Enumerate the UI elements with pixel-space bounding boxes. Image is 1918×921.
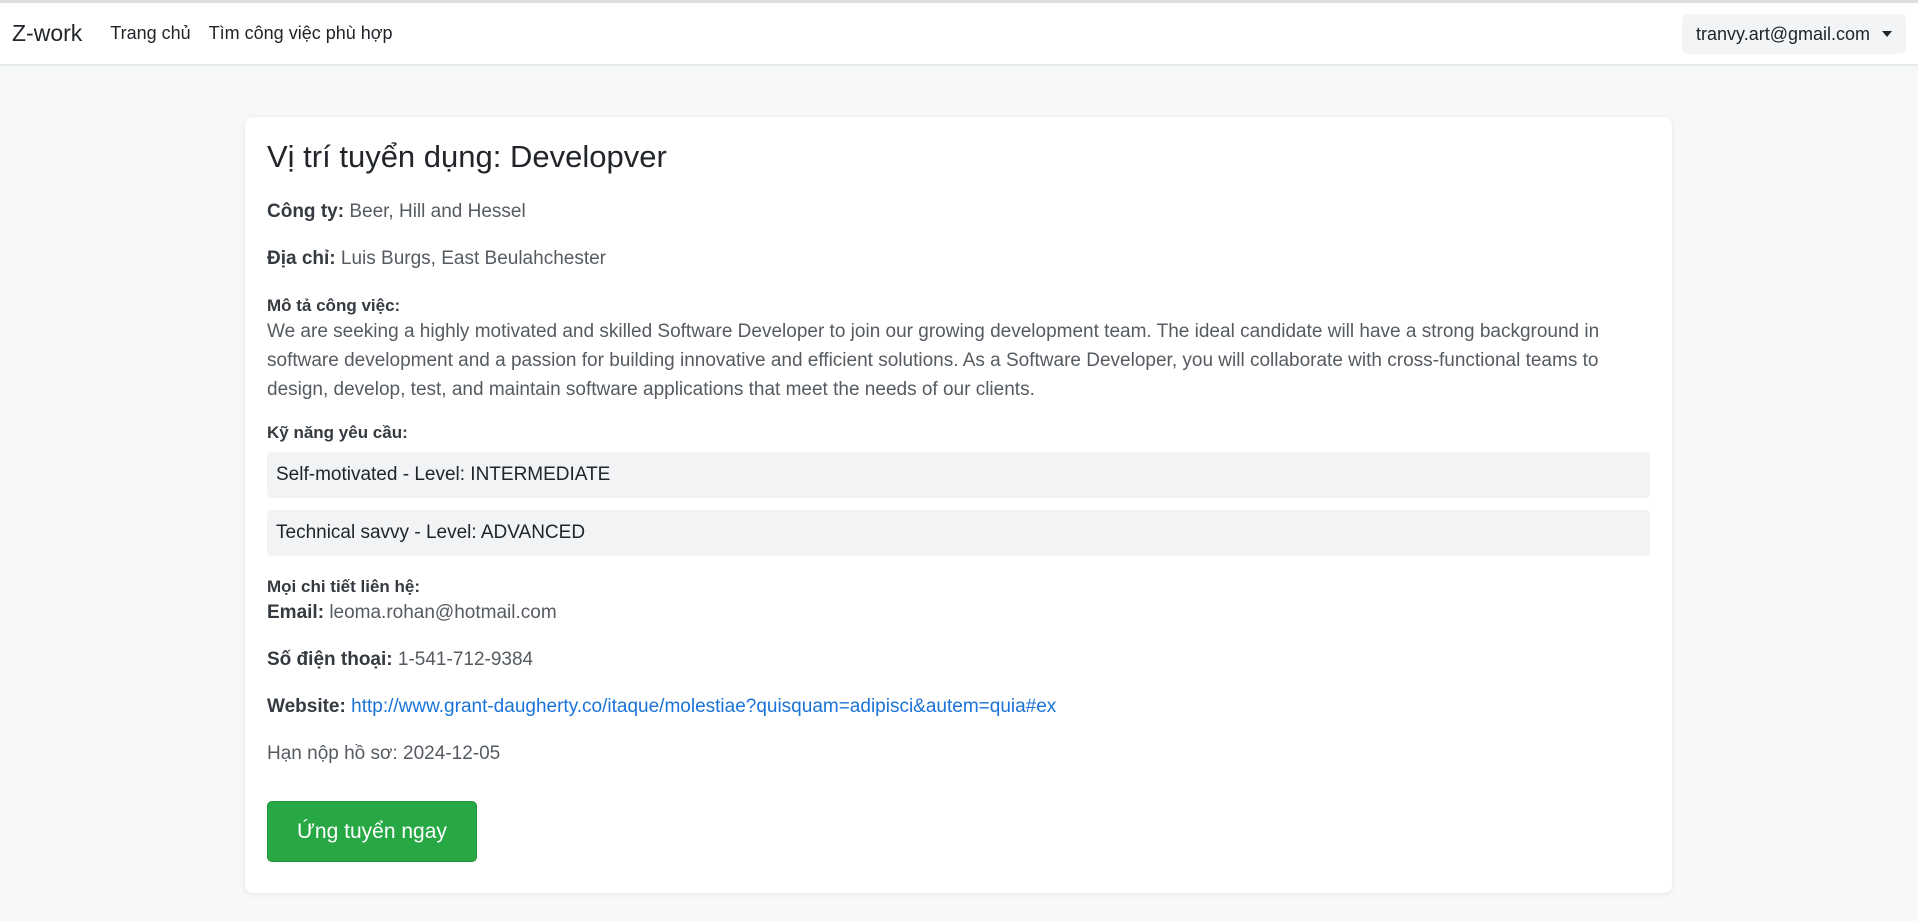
address-row: Địa chỉ: Luis Burgs, East Beulahchester [267, 248, 1650, 270]
website-label: Website: [267, 696, 346, 717]
company-label: Công ty: [267, 201, 345, 222]
brand-logo[interactable]: Z-work [12, 20, 82, 47]
skill-item: Technical savvy - Level: ADVANCED [267, 510, 1650, 556]
phone-row: Số điện thoại: 1-541-712-9384 [267, 649, 1650, 671]
skill-item: Self-motivated - Level: INTERMEDIATE [267, 452, 1650, 498]
company-row: Công ty: Beer, Hill and Hessel [267, 201, 1650, 223]
email-value: leoma.rohan@hotmail.com [329, 602, 557, 623]
phone-value: 1-541-712-9384 [397, 649, 534, 670]
email-label: Email: [267, 602, 325, 623]
description-label: Mô tả công việc: [267, 296, 401, 315]
user-menu-dropdown[interactable]: tranvy.art@gmail.com [1682, 14, 1906, 54]
nav-link-find-jobs[interactable]: Tìm công việc phù hợp [209, 23, 393, 44]
job-title: Vị trí tuyển dụng: Developver [267, 139, 667, 174]
website-link[interactable]: http://www.grant-daugherty.co/itaque/mol… [351, 696, 1056, 717]
website-row: Website: http://www.grant-daugherty.co/i… [267, 696, 1650, 718]
navbar: Z-work Trang chủ Tìm công việc phù hợp t… [0, 3, 1918, 65]
contact-label: Mọi chi tiết liên hệ: [267, 577, 421, 596]
skills-label: Kỹ năng yêu cầu: [267, 423, 408, 442]
job-description: We are seeking a highly motivated and sk… [267, 321, 1600, 400]
user-email: tranvy.art@gmail.com [1696, 23, 1870, 44]
nav-link-home[interactable]: Trang chủ [110, 23, 190, 44]
company-value: Beer, Hill and Hessel [349, 201, 526, 222]
address-label: Địa chỉ: [267, 248, 336, 269]
application-deadline: Hạn nộp hồ sơ: 2024-12-05 [267, 743, 501, 764]
caret-down-icon [1882, 31, 1892, 37]
address-value: Luis Burgs, East Beulahchester [340, 248, 606, 269]
skills-list: Self-motivated - Level: INTERMEDIATE Tec… [267, 452, 1650, 556]
email-row: Email: leoma.rohan@hotmail.com [267, 602, 1650, 624]
job-detail-card: Vị trí tuyển dụng: Developver Công ty: B… [245, 117, 1672, 893]
phone-label: Số điện thoại: [267, 649, 393, 670]
apply-now-button[interactable]: Ứng tuyển ngay [267, 801, 477, 862]
